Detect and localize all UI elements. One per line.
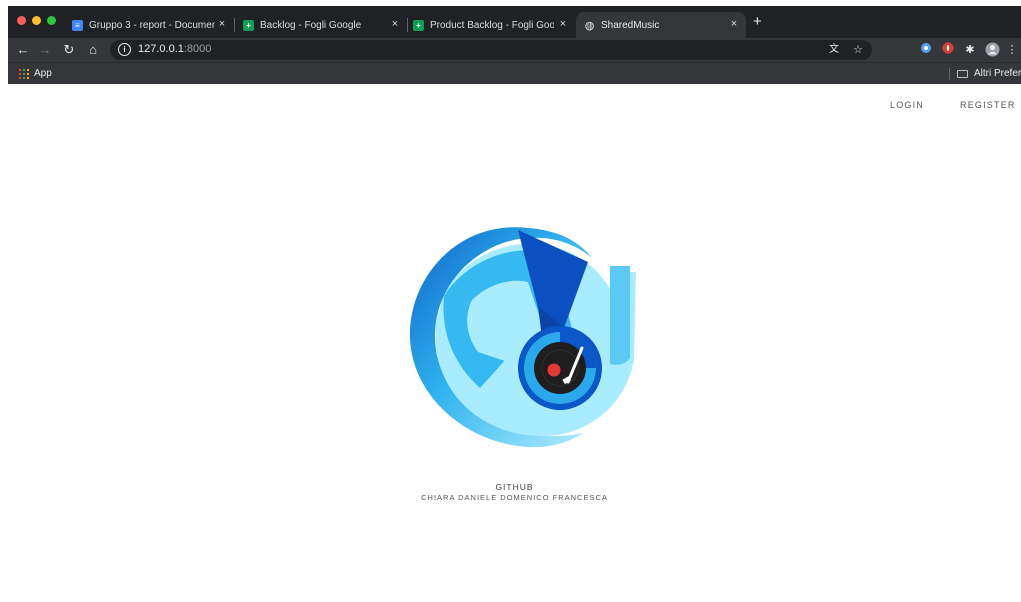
menu-more-icon[interactable]: ⋮ xyxy=(1006,42,1018,58)
github-link[interactable]: GITHUB xyxy=(8,482,1021,492)
page-content: LOGIN REGISTER GITHUB CHIARA DANIELE DOM… xyxy=(8,84,1021,602)
forward-arrow-icon[interactable]: → xyxy=(36,41,54,59)
reload-icon[interactable]: ↻ xyxy=(60,41,78,59)
bookmark-star-icon[interactable]: ☆ xyxy=(850,42,866,58)
tab-title: Product Backlog - Fogli Googl xyxy=(430,19,554,31)
bookmarks-bar: App Altri Preferiti xyxy=(8,62,1021,84)
close-tab-icon[interactable]: × xyxy=(557,18,569,30)
profile-avatar-icon[interactable] xyxy=(984,42,1000,58)
home-icon[interactable]: ⌂ xyxy=(84,41,102,59)
tab-title: SharedMusic xyxy=(601,19,660,31)
bookmarks-divider xyxy=(949,68,950,80)
tab-title: Gruppo 3 - report - Document xyxy=(89,19,215,31)
url-host: 127.0.0.1 xyxy=(138,43,184,55)
folder-icon xyxy=(957,70,968,78)
close-tab-icon[interactable]: × xyxy=(728,18,740,30)
address-url: 127.0.0.1:8000 xyxy=(138,43,211,55)
register-link[interactable]: REGISTER xyxy=(960,100,1016,110)
tab-product-backlog[interactable]: + Product Backlog - Fogli Googl × xyxy=(409,12,575,38)
back-arrow-icon[interactable]: ← xyxy=(14,41,32,59)
maximize-window-button[interactable] xyxy=(47,16,56,25)
globe-icon: ◍ xyxy=(584,19,595,32)
bookmark-other-favorites[interactable]: Altri Preferiti xyxy=(974,68,1021,79)
close-tab-icon[interactable]: × xyxy=(216,18,228,30)
close-window-button[interactable] xyxy=(17,16,26,25)
sharedmusic-logo xyxy=(378,188,664,458)
authors-names: CHIARA DANIELE DOMENICO FRANCESCA xyxy=(421,493,608,502)
site-info-icon[interactable]: i xyxy=(118,43,131,56)
docs-icon: ≡ xyxy=(72,19,83,31)
browser-toolbar: ← → ↻ ⌂ i 127.0.0.1:8000 文 ☆ ✱ ⋮ xyxy=(8,38,1021,62)
tab-strip: ≡ Gruppo 3 - report - Document × + Backl… xyxy=(8,6,1021,38)
minimize-window-button[interactable] xyxy=(32,16,41,25)
address-bar[interactable]: i 127.0.0.1:8000 文 ☆ xyxy=(110,40,872,60)
browser-window: ≡ Gruppo 3 - report - Document × + Backl… xyxy=(8,6,1021,84)
close-tab-icon[interactable]: × xyxy=(389,18,401,30)
url-port: :8000 xyxy=(183,43,212,55)
tab-sharedmusic[interactable]: ◍ SharedMusic × xyxy=(576,12,746,38)
tab-separator xyxy=(407,18,408,32)
tab-separator xyxy=(234,18,235,32)
logo-graphic xyxy=(409,227,636,448)
new-tab-button[interactable]: + xyxy=(753,14,762,30)
login-link[interactable]: LOGIN xyxy=(890,100,924,110)
sheets-icon: + xyxy=(413,19,424,31)
tab-backlog[interactable]: + Backlog - Fogli Google × xyxy=(239,12,408,38)
apps-grid-icon[interactable] xyxy=(19,69,29,79)
translate-icon[interactable]: 文 xyxy=(826,42,842,58)
tab-gruppo-report[interactable]: ≡ Gruppo 3 - report - Document × xyxy=(68,12,235,38)
extension-blue-icon[interactable] xyxy=(918,42,934,58)
bookmark-apps[interactable]: App xyxy=(34,68,52,79)
tab-title: Backlog - Fogli Google xyxy=(260,19,362,31)
sheets-icon: + xyxy=(243,19,254,31)
extensions-puzzle-icon[interactable]: ✱ xyxy=(962,42,978,58)
adblock-icon[interactable] xyxy=(940,42,956,58)
